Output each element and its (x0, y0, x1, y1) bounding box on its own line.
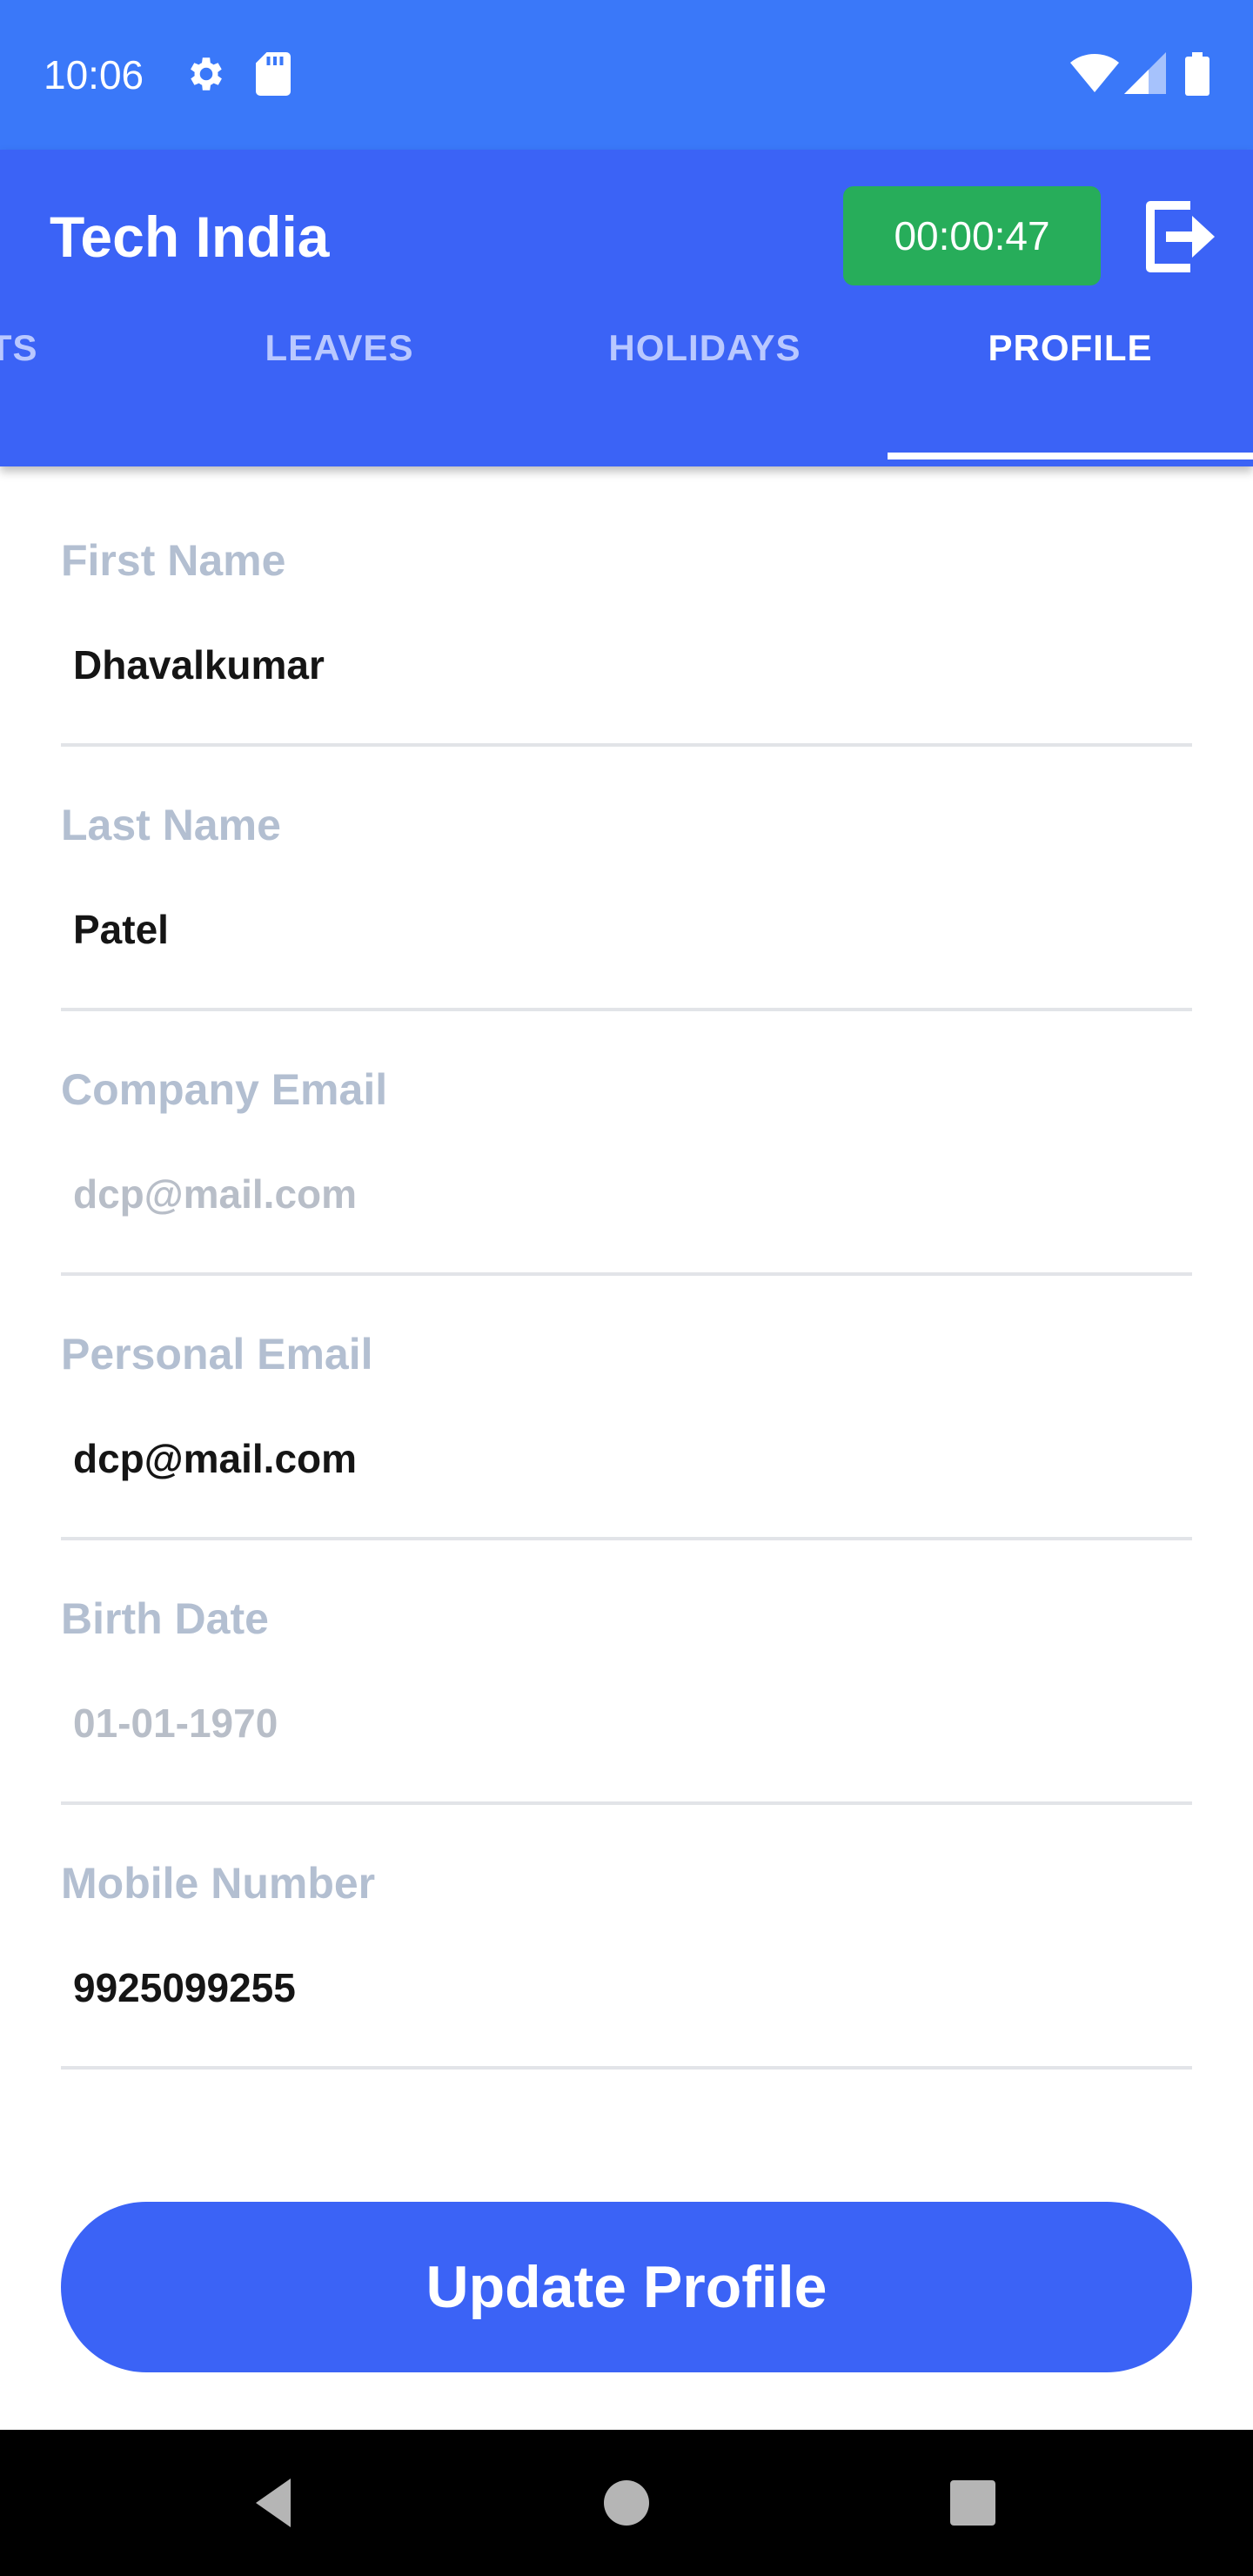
signal-icon (1124, 52, 1166, 94)
tab-profile[interactable]: PROFILE (896, 312, 1244, 466)
home-icon[interactable] (600, 2475, 653, 2527)
app-bar: Tech India 00:00:47 CTS LEAVES HOLIDAYS … (0, 150, 1253, 466)
mobile-number-label: Mobile Number (61, 1859, 376, 1908)
update-profile-button[interactable]: Update Profile (61, 2202, 1192, 2372)
timer-button[interactable]: 00:00:47 (843, 186, 1101, 285)
company-email-input: dcp@mail.com (73, 1171, 358, 1217)
status-time: 10:06 (44, 52, 144, 97)
last-name-label: Last Name (61, 801, 281, 849)
personal-email-field: Personal Email dcp@mail.com (61, 1260, 1192, 1540)
logout-icon[interactable] (1140, 195, 1215, 278)
system-nav-bar (0, 2430, 1253, 2576)
mobile-number-field: Mobile Number 9925099255 (61, 1789, 1192, 2070)
birth-date-label: Birth Date (61, 1594, 269, 1643)
back-icon[interactable] (249, 2475, 305, 2531)
tab-leaves[interactable]: LEAVES (165, 312, 513, 466)
birth-date-input: 01-01-1970 (73, 1701, 278, 1746)
mobile-number-underline (61, 2066, 1192, 2070)
personal-email-label: Personal Email (61, 1330, 373, 1379)
first-name-label: First Name (61, 536, 286, 585)
mobile-number-input[interactable]: 9925099255 (73, 1963, 1117, 2012)
battery-icon (1185, 52, 1209, 96)
tab-holidays[interactable]: HOLIDAYS (531, 312, 879, 466)
personal-email-input[interactable]: dcp@mail.com (73, 1434, 1117, 1483)
wifi-icon (1070, 53, 1119, 92)
first-name-field: First Name Dhavalkumar (61, 466, 1192, 747)
first-name-input[interactable]: Dhavalkumar (73, 641, 1117, 689)
last-name-field: Last Name Patel (61, 731, 1192, 1011)
company-email-label: Company Email (61, 1065, 388, 1114)
birth-date-field: Birth Date 01-01-1970 (61, 1525, 1192, 1805)
tab-cts[interactable]: CTS (0, 312, 122, 466)
tab-bar: CTS LEAVES HOLIDAYS PROFILE (0, 312, 1253, 466)
last-name-input[interactable]: Patel (73, 905, 1117, 954)
tab-indicator (888, 453, 1253, 460)
company-email-field: Company Email dcp@mail.com (61, 996, 1192, 1276)
sd-card-icon (256, 52, 291, 96)
status-bar: 10:06 (0, 0, 1253, 150)
recents-icon[interactable] (948, 2475, 997, 2527)
app-title: Tech India (50, 205, 330, 269)
gear-icon (191, 57, 222, 91)
